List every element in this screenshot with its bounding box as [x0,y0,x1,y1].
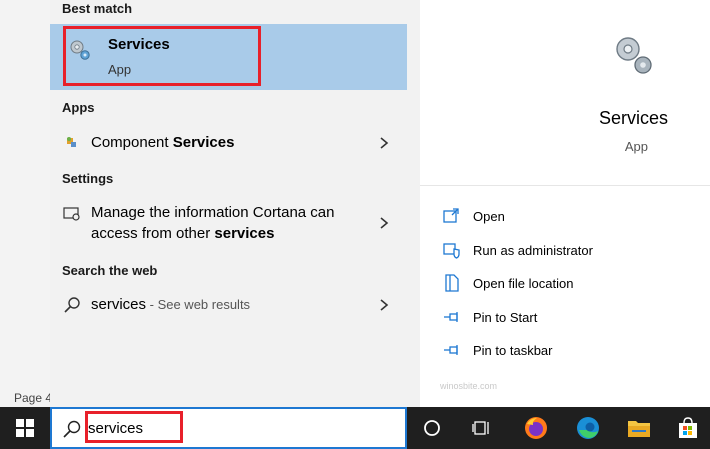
chevron-right-icon[interactable] [377,298,391,312]
background-status-bar: Page 4 [0,388,50,408]
cortana-settings-icon [62,204,82,224]
result-component-services[interactable]: Component Services [50,126,407,158]
section-header-apps: Apps [62,100,95,115]
preview-header: Services App [420,0,710,186]
annotation-highlight-search [85,411,183,443]
file-location-icon [445,274,459,292]
component-services-icon [62,132,82,152]
page-indicator: Page 4 [14,391,50,405]
annotation-highlight-best-match [63,26,261,86]
preview-pane: Services App Open Run as administrator O… [420,0,710,407]
pin-icon [444,345,458,355]
taskbar [0,407,710,449]
result-label: Manage the information Cortana can acces… [91,204,335,242]
section-header-web: Search the web [62,263,158,278]
store-icon [679,417,697,438]
task-view-icon [472,421,489,435]
chevron-right-icon[interactable] [377,136,391,150]
background-document [0,0,50,407]
cortana-button[interactable] [410,407,454,449]
action-run-as-admin[interactable]: Run as administrator [442,240,702,262]
action-label: Open file location [473,276,574,291]
cortana-icon [424,420,440,436]
section-header-settings: Settings [62,171,114,186]
shield-icon [443,243,460,259]
pin-icon [444,312,458,322]
firefox-button[interactable] [514,407,558,449]
edge-button[interactable] [566,407,610,449]
preview-subtitle: App [624,139,648,154]
chevron-right-icon[interactable] [377,216,391,230]
edge-icon [577,417,599,439]
windows-logo-icon [16,419,34,437]
result-label: services - See web results [91,296,251,313]
start-button[interactable] [0,407,50,449]
task-view-button[interactable] [460,407,504,449]
file-explorer-icon [628,421,650,437]
taskbar-search-box[interactable] [50,407,407,449]
result-web-search[interactable]: services - See web results [50,290,407,322]
watermark: winosbite.com [440,381,498,391]
action-open[interactable]: Open [442,206,702,228]
gears-icon [616,37,652,74]
search-results-list: Best match Services App Apps Component S [50,0,407,407]
start-search-panel: Best match Services App Apps Component S [50,0,710,407]
result-label: Component Services [91,134,235,151]
action-pin-to-start[interactable]: Pin to Start [442,307,702,329]
action-label: Open [473,209,505,224]
action-label: Pin to Start [473,310,538,325]
section-header-best-match: Best match [62,1,133,16]
action-label: Pin to taskbar [473,343,553,358]
search-icon [63,420,81,438]
open-icon [443,208,459,223]
action-open-file-location[interactable]: Open file location [442,273,702,295]
file-explorer-button[interactable] [617,407,661,449]
search-icon [62,295,82,315]
result-cortana-settings[interactable]: Manage the information Cortana can acces… [50,198,407,248]
action-pin-to-taskbar[interactable]: Pin to taskbar [442,340,702,362]
store-button[interactable] [666,407,710,449]
action-label: Run as administrator [473,243,593,258]
preview-title: Services [598,108,668,128]
firefox-icon [525,417,547,439]
